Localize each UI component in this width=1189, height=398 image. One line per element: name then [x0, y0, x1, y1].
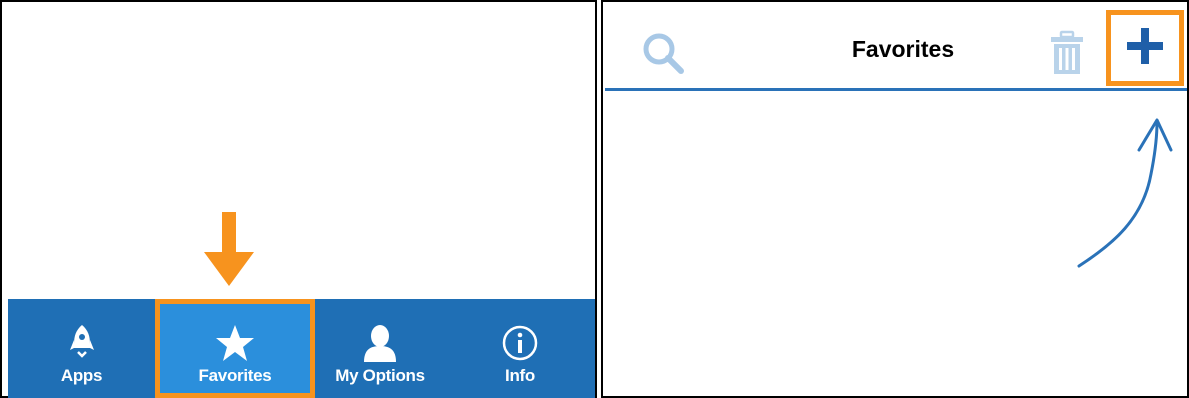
tab-info[interactable]: Info: [445, 299, 595, 398]
star-icon: [215, 324, 255, 362]
person-icon: [362, 324, 398, 362]
rocket-icon: [69, 324, 94, 362]
app-home-panel: Apps Favorites My Options Info: [0, 0, 597, 398]
page-title: Favorites: [851, 36, 955, 62]
bottom-tab-bar: Apps Favorites My Options Info: [8, 299, 595, 398]
tab-my-options[interactable]: My Options: [315, 299, 445, 398]
tab-apps[interactable]: Apps: [8, 299, 155, 398]
screen: Apps Favorites My Options Info Favorites: [0, 0, 1189, 398]
tab-apps-label: Apps: [60, 366, 103, 385]
add-favorite-button[interactable]: [1106, 10, 1184, 86]
favorites-panel: Favorites: [601, 0, 1189, 398]
tab-my-options-label: My Options: [335, 366, 425, 385]
down-arrow-annotation: [204, 212, 254, 286]
plus-icon: [1125, 26, 1165, 71]
header-divider: [605, 88, 1187, 91]
tab-favorites-label: Favorites: [198, 366, 272, 385]
favorites-header: Favorites: [603, 2, 1187, 90]
trash-icon[interactable]: [1047, 30, 1087, 78]
tab-info-label: Info: [505, 366, 535, 385]
curved-arrow-annotation: [1077, 118, 1173, 268]
tab-favorites[interactable]: Favorites: [155, 299, 315, 398]
search-icon[interactable]: [639, 30, 687, 78]
info-icon: [501, 324, 539, 362]
